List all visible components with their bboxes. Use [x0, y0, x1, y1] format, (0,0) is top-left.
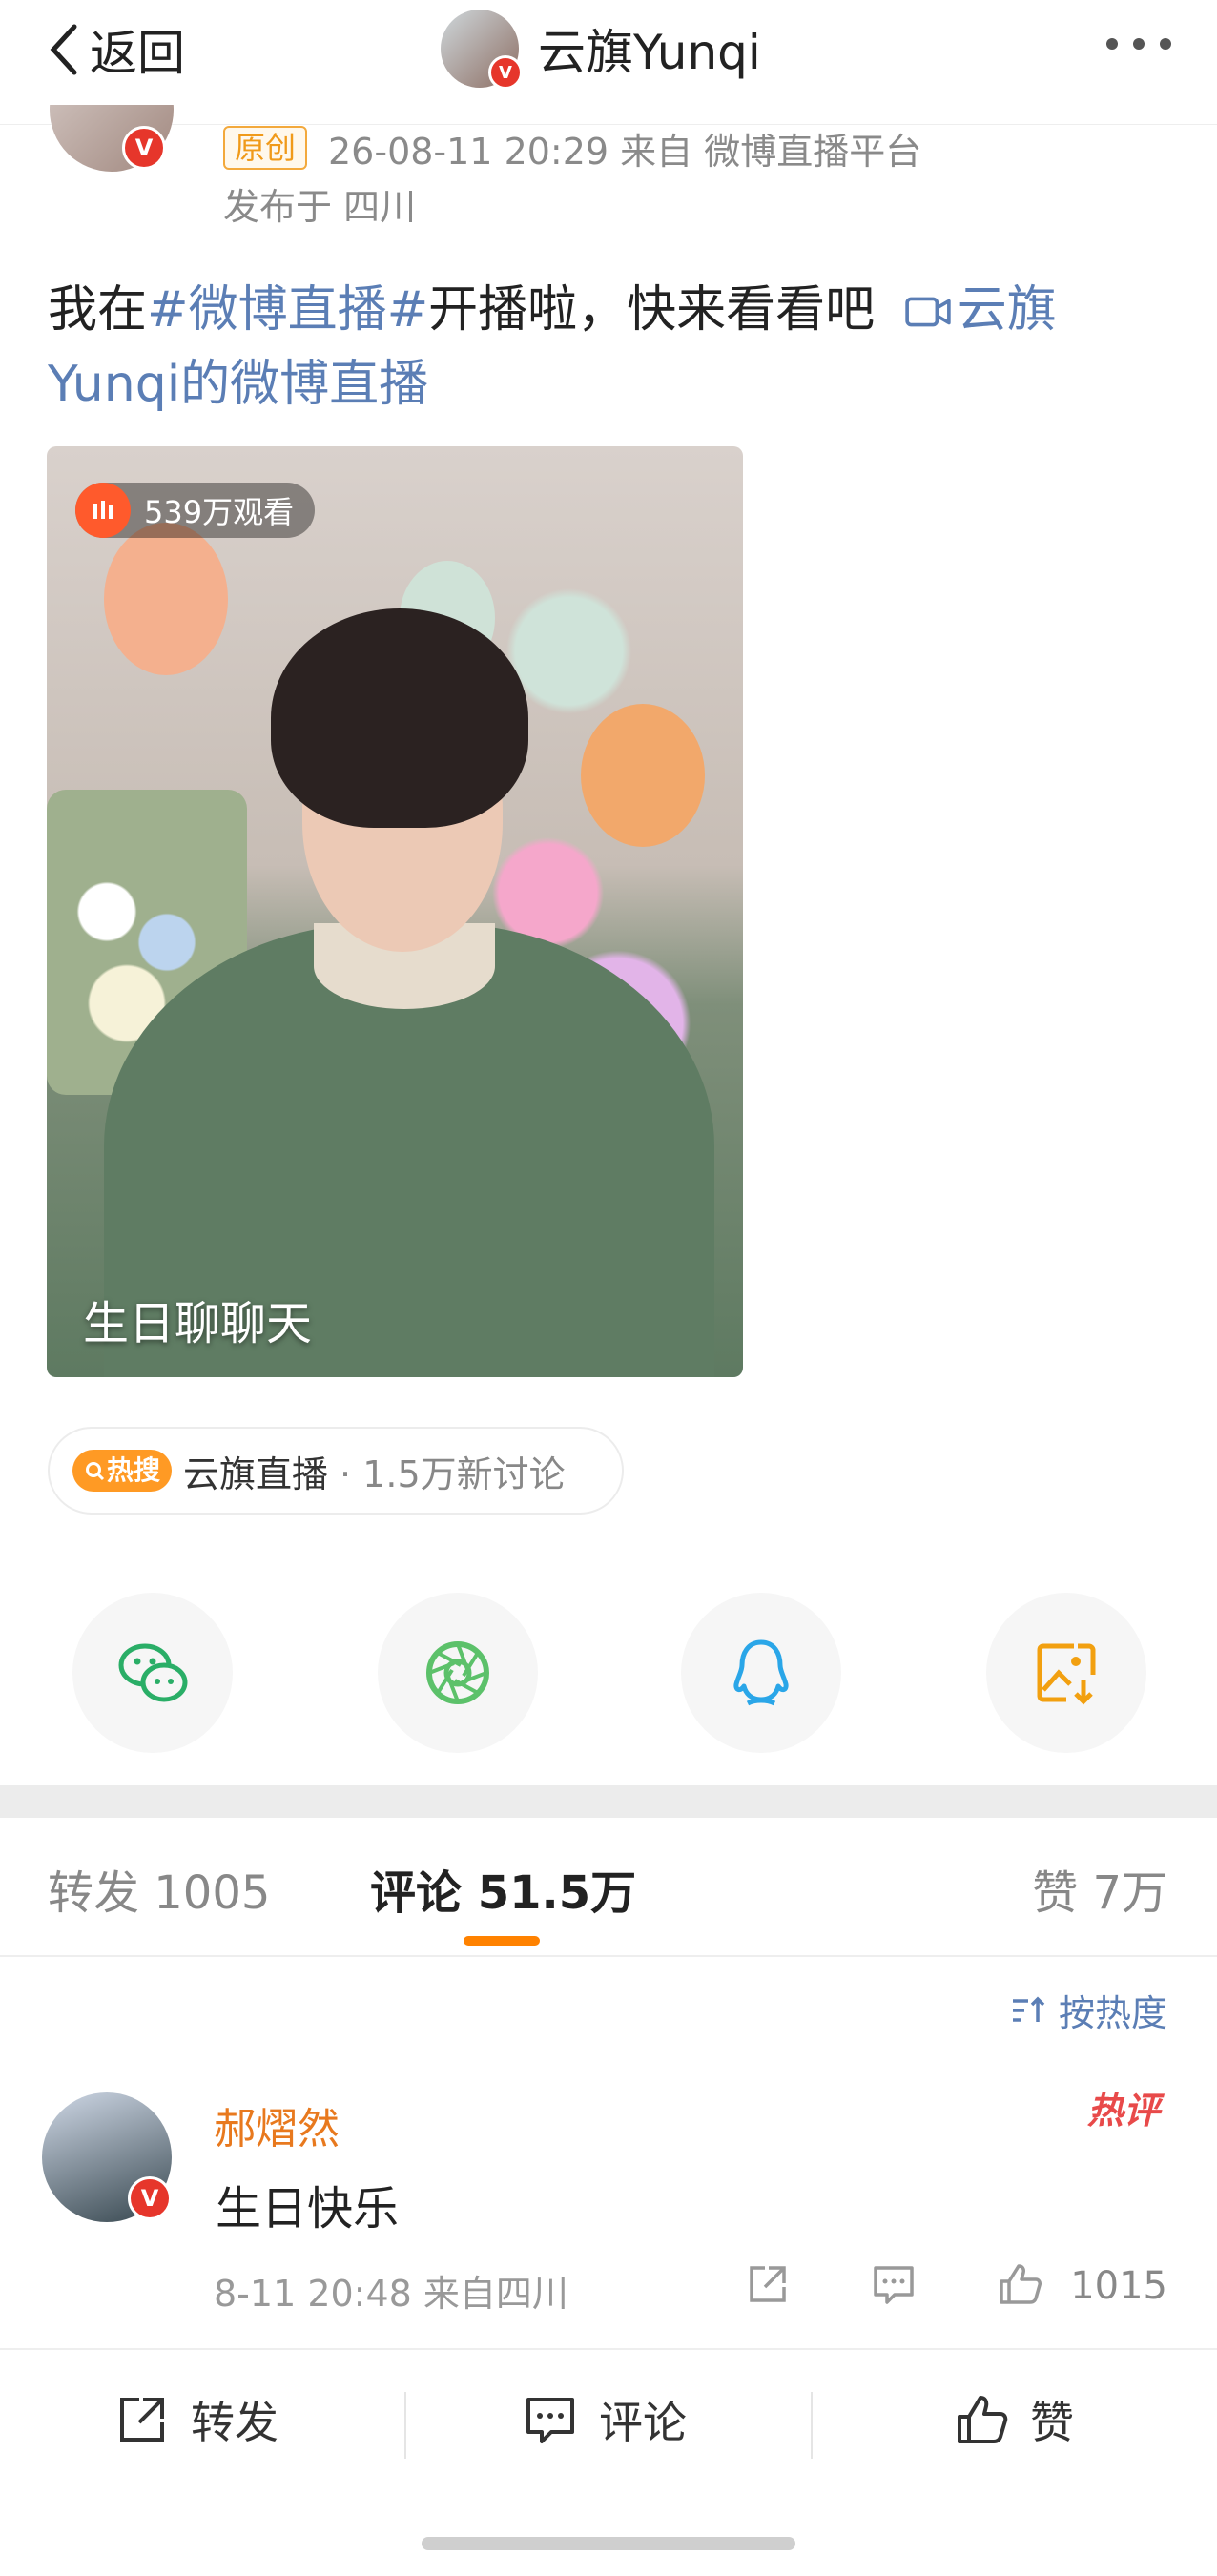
- home-indicator: [422, 2537, 795, 2550]
- post-text-middle: 开播啦，快来看看吧: [428, 281, 876, 339]
- divider: [0, 1955, 1217, 1957]
- separator: [811, 2392, 813, 2459]
- thumbs-up-icon: [1000, 2264, 1042, 2304]
- qq-icon: [733, 1639, 789, 1706]
- comment-label: 评论: [599, 2397, 687, 2448]
- bottom-toolbar: 转发 评论 赞: [0, 2348, 1217, 2503]
- tab-repost[interactable]: 转发 1005: [48, 1855, 270, 1922]
- hot-search-name: 云旗直播: [183, 1453, 329, 1495]
- verified-icon: V: [128, 2176, 172, 2220]
- viewer-count: 539万观看: [144, 494, 295, 530]
- sort-icon: [1012, 1996, 1045, 2022]
- video-camera-icon: [905, 297, 951, 327]
- post-text-prefix: 我在: [48, 281, 148, 339]
- share-moments-button[interactable]: [378, 1593, 538, 1753]
- wechat-icon: [118, 1643, 188, 1702]
- comment-icon: [526, 2398, 574, 2443]
- section-divider: [0, 1785, 1217, 1818]
- hot-comment-badge: 热评: [1086, 2090, 1160, 2132]
- post-meta-time-source: 26-08-11 20:29 来自 微博直播平台: [328, 131, 922, 173]
- thumbs-up-icon: [958, 2396, 1008, 2443]
- live-title: 生日聊聊天: [83, 1297, 313, 1350]
- comment-button[interactable]: 评论: [523, 2388, 687, 2451]
- comment-icon: [874, 2266, 914, 2304]
- like-label: 赞: [1030, 2397, 1074, 2448]
- comment-time: 8-11 20:48 来自四川: [214, 2273, 568, 2315]
- live-bars-icon: [75, 483, 131, 538]
- share-wechat-button[interactable]: [72, 1593, 233, 1753]
- repost-label: 转发: [191, 2397, 278, 2448]
- live-stream-card[interactable]: 539万观看 生日聊聊天: [47, 446, 743, 1377]
- share-icon: [750, 2266, 786, 2302]
- chevron-left-icon: [50, 24, 77, 75]
- nav-profile[interactable]: V 云旗Yunqi: [441, 10, 761, 90]
- verified-icon: V: [488, 55, 523, 90]
- comment-text: 生日快乐: [216, 2182, 400, 2236]
- like-button[interactable]: 赞: [954, 2388, 1074, 2451]
- tab-like[interactable]: 赞 7万: [1032, 1855, 1167, 1922]
- sort-by-hot-button[interactable]: 按热度: [1009, 1984, 1167, 2036]
- hot-search-pill[interactable]: 热搜 云旗直播 · 1.5万新讨论: [48, 1427, 624, 1515]
- comment-like-count: 1015: [1070, 2264, 1167, 2308]
- active-tab-indicator: [464, 1936, 540, 1946]
- post-meta-location: 发布于 四川: [223, 186, 417, 228]
- original-badge: 原创: [223, 126, 308, 170]
- back-label: 返回: [90, 26, 185, 81]
- dot-icon: [1106, 38, 1118, 50]
- tab-comment[interactable]: 评论 51.5万: [370, 1855, 636, 1922]
- dot-icon: [1133, 38, 1145, 50]
- more-options-button[interactable]: [1106, 38, 1171, 50]
- dot-icon: [1160, 38, 1171, 50]
- verified-icon: V: [122, 126, 166, 170]
- share-qq-button[interactable]: [681, 1593, 841, 1753]
- hot-search-tag: 热搜: [72, 1450, 173, 1492]
- post-text: 我在#微博直播#开播啦，快来看看吧 云旗Yunqi的微博直播: [48, 273, 1173, 422]
- moments-icon: [426, 1641, 489, 1704]
- comment-avatar[interactable]: V: [42, 2092, 172, 2222]
- repost-button[interactable]: 转发: [114, 2388, 278, 2451]
- back-button[interactable]: 返回: [46, 21, 185, 81]
- comment-like-button[interactable]: [996, 2260, 1043, 2312]
- comment-share-button[interactable]: [744, 2260, 792, 2312]
- viewer-count-badge: 539万观看: [75, 483, 316, 538]
- save-image-icon: [1037, 1643, 1096, 1705]
- separator: [404, 2392, 406, 2459]
- post-author-avatar[interactable]: V: [50, 105, 179, 172]
- sort-label: 按热度: [1058, 1992, 1167, 2034]
- hashtag-link[interactable]: #微博直播#: [147, 281, 428, 339]
- share-icon: [120, 2398, 164, 2442]
- avatar[interactable]: V: [441, 10, 523, 90]
- comment-author[interactable]: 郝熠然: [214, 2094, 340, 2155]
- save-image-button[interactable]: [986, 1593, 1146, 1753]
- page-title: 云旗Yunqi: [538, 25, 761, 80]
- comment-reply-button[interactable]: [870, 2260, 918, 2312]
- hot-search-count: · 1.5万新讨论: [340, 1453, 566, 1495]
- search-icon: [86, 1462, 105, 1481]
